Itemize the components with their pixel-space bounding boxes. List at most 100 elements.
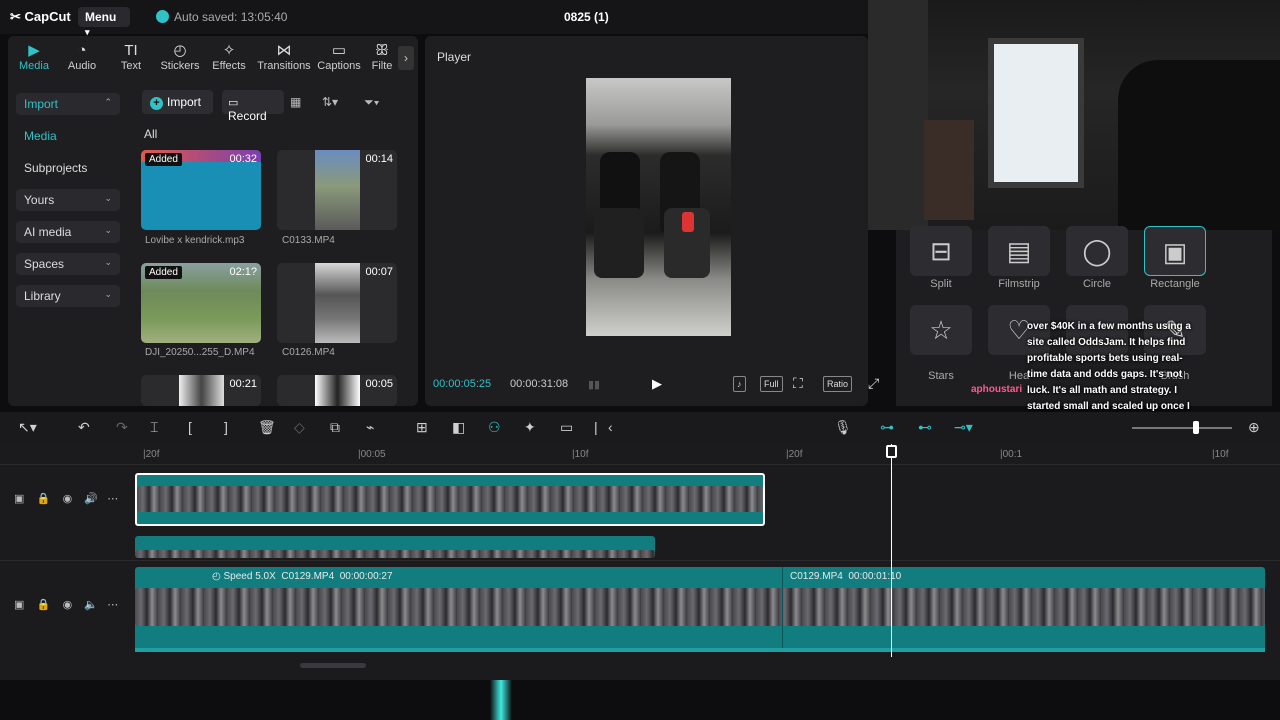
dresser: [924, 120, 974, 220]
link-icon[interactable]: ⊶: [880, 419, 894, 436]
mute-icon[interactable]: 🔈: [84, 599, 98, 611]
sidebar-item-library[interactable]: Library ⌄: [16, 285, 120, 307]
crop-icon[interactable]: ⧉: [330, 419, 340, 436]
layout-filmstrip[interactable]: ▤: [988, 226, 1050, 276]
split-clip-icon[interactable]: ⌶: [150, 419, 158, 436]
tab-label: Media: [19, 60, 49, 72]
lock-icon[interactable]: 🔒: [37, 599, 51, 611]
project-title: 0825 (1): [564, 10, 609, 24]
zoom-slider[interactable]: [1132, 427, 1232, 429]
horizontal-scrollbar[interactable]: [300, 663, 366, 668]
grid-view-icon[interactable]: ▦: [290, 95, 301, 109]
mirror-icon[interactable]: ◧: [452, 419, 465, 436]
import-button[interactable]: + Import: [142, 90, 213, 114]
tab-effects[interactable]: ✧ Effects: [203, 42, 255, 72]
tab-stickers[interactable]: ◴ Stickers: [154, 42, 206, 72]
playhead[interactable]: [891, 444, 892, 657]
layout-split[interactable]: ⊟: [910, 226, 972, 276]
chat-username: aphoustari: [971, 384, 1023, 395]
media-thumb-5[interactable]: 00:21: [141, 375, 261, 406]
tab-transitions[interactable]: ⋈ Transitions: [257, 42, 311, 72]
speaker-icon[interactable]: 🔊: [84, 493, 98, 505]
sidebar-label: Import: [24, 97, 59, 111]
redo-icon[interactable]: ↷: [116, 419, 128, 436]
more-icon[interactable]: ⋯: [107, 493, 118, 505]
clip-filmstrip: [135, 550, 655, 558]
speed-icon[interactable]: ⌁: [366, 419, 374, 436]
full-label: Full: [764, 379, 779, 389]
autosave-label: Auto saved: 13:05:40: [174, 10, 288, 24]
eye-icon[interactable]: ◉: [63, 493, 73, 505]
audio-line: [135, 648, 1265, 652]
tab-bar: ▶ Media ◔ Audio TI Text ◴ Stickers ✧ Effects …: [8, 38, 408, 74]
magnet-icon[interactable]: ⊷: [918, 419, 932, 436]
hd-icon[interactable]: ▭: [560, 419, 573, 436]
sidebar-item-media[interactable]: Media: [16, 125, 120, 147]
import-label: Import: [167, 95, 202, 109]
magic-wand-icon[interactable]: ✦: [524, 419, 536, 436]
media-thumb-dji[interactable]: Added 02:1?: [141, 263, 261, 343]
layout-stars[interactable]: ☆: [910, 305, 972, 355]
duration: 00:05: [365, 378, 393, 390]
layout-circle[interactable]: ◯: [1066, 226, 1128, 276]
tab-text[interactable]: TI Text: [105, 42, 157, 72]
sidebar-item-yours[interactable]: Yours ⌄: [16, 189, 120, 211]
sidebar-item-ai-media[interactable]: AI media ⌄: [16, 221, 120, 243]
tab-filters[interactable]: ꕥ Filte: [364, 42, 400, 72]
add-marker-icon[interactable]: ⊞: [416, 419, 428, 436]
fullscreen-icon[interactable]: ⤢: [868, 375, 879, 392]
undo-icon[interactable]: ↶: [78, 419, 90, 436]
camera-icon: ▭: [228, 97, 239, 109]
ratio-button[interactable]: Ratio: [823, 376, 853, 392]
sidebar-item-import[interactable]: Import ⌃: [16, 93, 120, 115]
media-thumb-6[interactable]: 00:05: [277, 375, 397, 406]
tabs-scroll-right-icon[interactable]: ›: [398, 46, 414, 70]
menu-button[interactable]: Menu ▾: [78, 7, 130, 37]
play-icon[interactable]: ▶: [652, 376, 662, 392]
media-icon: ▶: [28, 42, 40, 59]
lock-icon[interactable]: 🔒: [37, 493, 51, 505]
zoom-slider-handle[interactable]: [1193, 421, 1199, 434]
shield-icon[interactable]: ◇: [294, 419, 305, 436]
select-pointer-icon[interactable]: ↖▾: [18, 419, 37, 436]
tab-label: Text: [120, 60, 142, 72]
tab-captions[interactable]: ▭ Captions: [313, 42, 365, 72]
media-thumb-c0126[interactable]: 00:07: [277, 263, 397, 343]
microphone-icon[interactable]: 🎙: [834, 419, 852, 436]
tiktok-icon[interactable]: ♪: [733, 376, 746, 392]
zoom-fit-icon[interactable]: ⛶: [793, 375, 803, 392]
full-button[interactable]: Full: [760, 376, 783, 392]
more-icon[interactable]: ⋯: [107, 599, 118, 611]
playhead-handle[interactable]: [886, 445, 897, 458]
collapse-left-icon[interactable]: ‹: [608, 419, 613, 435]
trim-right-icon[interactable]: ]: [224, 419, 228, 435]
record-button[interactable]: ▭ Record: [222, 90, 284, 123]
plus-icon: +: [150, 97, 163, 110]
chain-icon[interactable]: ⊸▾: [954, 419, 973, 436]
eye-icon[interactable]: ◉: [63, 599, 73, 611]
tab-label: Captions: [317, 60, 361, 72]
zoom-in-icon[interactable]: ⊕: [1248, 419, 1260, 436]
sort-icon[interactable]: ⇅▾: [322, 95, 338, 109]
cover-icon[interactable]: ▣: [14, 599, 24, 611]
media-thumb-c0133[interactable]: 00:14: [277, 150, 397, 230]
tab-audio[interactable]: ◔ Audio: [56, 42, 108, 72]
layout-label: Stars: [928, 370, 954, 382]
audio-icon: ◔: [77, 42, 87, 59]
filter-funnel-icon[interactable]: ⏷▾: [364, 95, 379, 110]
trim-left-icon[interactable]: [: [188, 419, 192, 435]
sidebar-item-spaces[interactable]: Spaces ⌄: [16, 253, 120, 275]
media-thumb-audio[interactable]: Added 00:32: [141, 150, 261, 230]
timeline-toolbar: [0, 412, 1280, 444]
autosave-status: Auto saved: 13:05:40: [156, 10, 287, 24]
layout-label: Circle: [1082, 278, 1112, 290]
tab-media[interactable]: ▶ Media: [8, 42, 60, 72]
video-preview[interactable]: [586, 78, 731, 336]
sidebar-item-subprojects[interactable]: Subprojects: [16, 157, 120, 179]
cover-icon[interactable]: ▣: [14, 493, 24, 505]
video-preview: [315, 263, 360, 343]
ai-person-icon[interactable]: ⚇: [488, 419, 501, 436]
delete-icon[interactable]: 🗑: [258, 419, 276, 436]
added-badge: Added: [145, 153, 182, 166]
layout-rectangle[interactable]: ▣: [1144, 226, 1206, 276]
